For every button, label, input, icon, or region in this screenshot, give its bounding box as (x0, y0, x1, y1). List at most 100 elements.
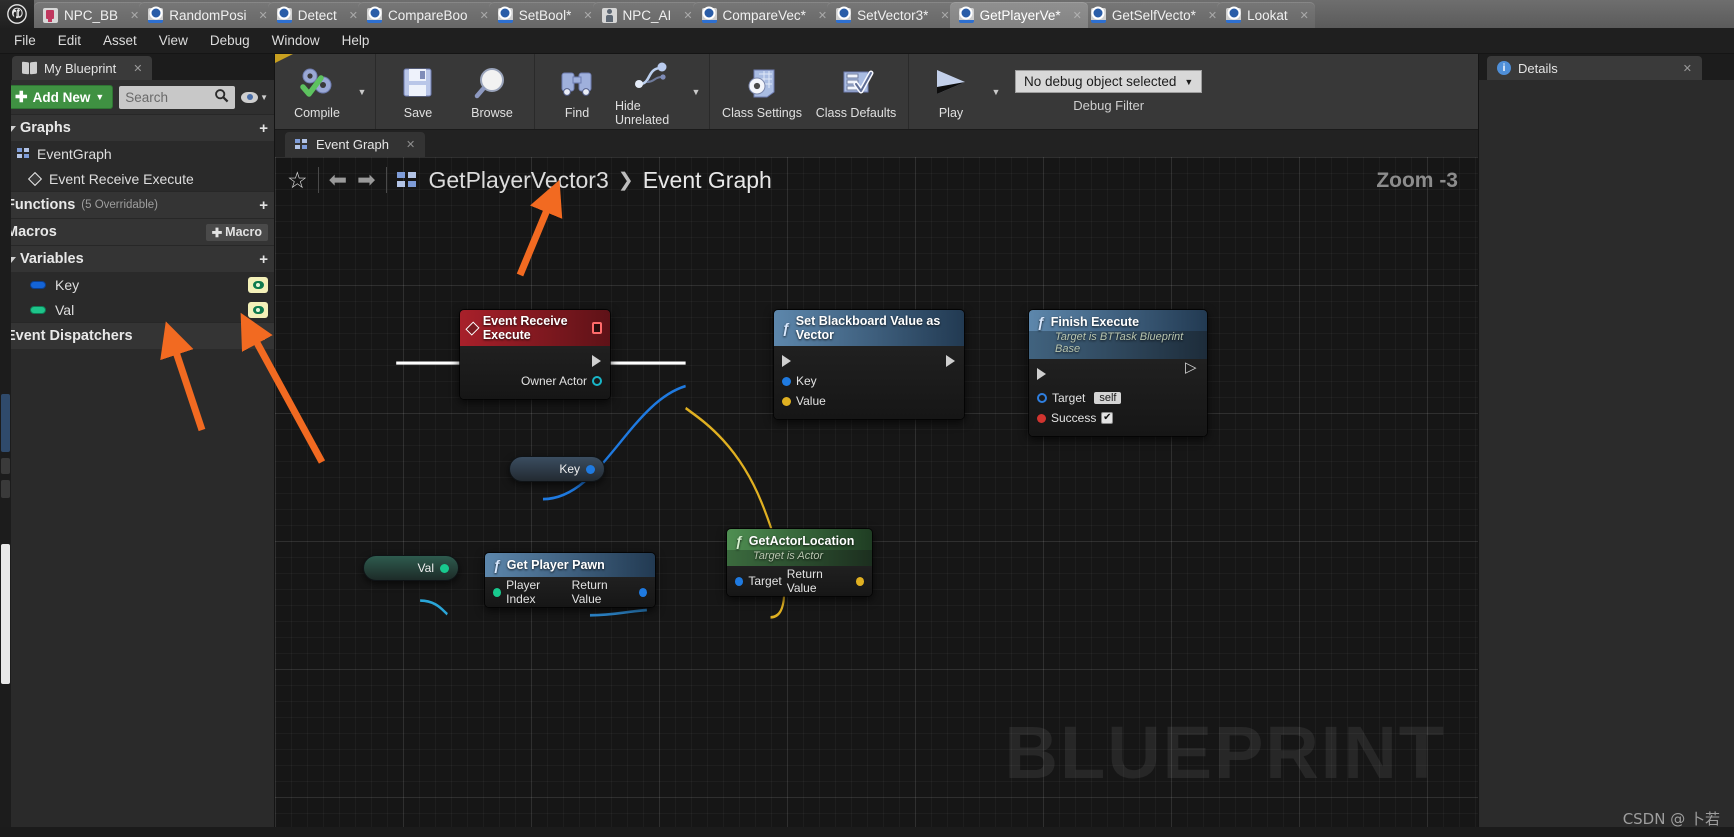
hide-unrelated-options-caret[interactable]: ▼ (689, 57, 703, 127)
add-function-button[interactable]: + (259, 197, 268, 214)
window-tab-setbool[interactable]: SetBool* ✕ (488, 2, 599, 28)
menu-window[interactable]: Window (272, 33, 320, 48)
menu-asset[interactable]: Asset (103, 33, 137, 48)
window-tab-getselfvecto[interactable]: GetSelfVecto* ✕ (1081, 2, 1224, 28)
menu-debug[interactable]: Debug (210, 33, 250, 48)
browse-button[interactable]: Browse (456, 57, 528, 127)
window-tab-setvector3[interactable]: SetVector3* ✕ (827, 2, 956, 28)
window-tab-getplayerve[interactable]: GetPlayerVe* ✕ (949, 2, 1088, 28)
close-icon[interactable]: ✕ (480, 9, 489, 22)
hide-unrelated-button[interactable]: Hide Unrelated (615, 57, 687, 127)
compile-options-caret[interactable]: ▼ (355, 57, 369, 127)
add-variable-button[interactable]: + (259, 251, 268, 268)
node-val-getter[interactable]: Val (363, 555, 459, 581)
play-button[interactable]: Play (915, 57, 987, 127)
section-functions[interactable]: Functions (5 Overridable) + (0, 191, 274, 218)
close-icon[interactable]: ✕ (406, 138, 415, 151)
window-tab-detect[interactable]: Detect ✕ (267, 2, 365, 28)
unreal-logo-icon[interactable] (0, 0, 34, 28)
dock-stub[interactable] (1, 480, 10, 498)
window-tab-compareboo[interactable]: CompareBoo ✕ (358, 2, 495, 28)
close-icon[interactable]: ✕ (1300, 9, 1309, 22)
variable-val-label: Val (55, 301, 75, 318)
menu-edit[interactable]: Edit (58, 33, 81, 48)
pin-exec-out[interactable] (460, 351, 610, 371)
tab-event-graph[interactable]: Event Graph ✕ (285, 132, 426, 157)
node-key-getter[interactable]: Key (509, 456, 605, 482)
add-new-button[interactable]: ✚ Add New ▼ (6, 85, 114, 109)
save-button[interactable]: Save (382, 57, 454, 127)
node-finish-execute[interactable]: ƒ Finish Execute Target is BTTask Bluepr… (1028, 309, 1208, 437)
find-button[interactable]: Find (541, 57, 613, 127)
node-get-player-pawn[interactable]: ƒ Get Player Pawn Player Index Return Va… (484, 552, 656, 608)
window-tab-randomposi[interactable]: RandomPosi ✕ (139, 2, 274, 28)
node-get-actor-location[interactable]: ƒ GetActorLocation Target is Actor Targe… (726, 528, 873, 597)
variable-visibility-icon[interactable] (248, 301, 268, 318)
pin-success[interactable]: Success ✔ (1029, 408, 1207, 428)
pin-target-value[interactable]: self (1094, 392, 1122, 404)
add-event-dispatcher-button[interactable]: + (259, 328, 268, 345)
section-macros[interactable]: Macros ✚ Macro (0, 218, 274, 245)
window-tab-lookat[interactable]: Lookat ✕ (1217, 2, 1315, 28)
pin-target[interactable]: Target self (1029, 388, 1207, 408)
compile-button[interactable]: Compile (281, 57, 353, 127)
variable-visibility-icon[interactable] (248, 276, 268, 293)
search-input[interactable]: Search (119, 85, 236, 109)
tree-item-eventgraph[interactable]: EventGraph (0, 141, 274, 166)
close-icon[interactable]: ✕ (818, 9, 827, 22)
close-icon[interactable]: ✕ (349, 9, 358, 22)
close-icon[interactable]: ✕ (683, 9, 692, 22)
blueprint-graph-canvas[interactable]: ☆ ⬅ ➡ GetPlayerVector3 ❯ Event Graph Zoo… (275, 157, 1478, 837)
dock-stub[interactable] (1, 394, 10, 452)
pin-target[interactable]: Target Return Value (727, 567, 872, 595)
breadcrumb-root[interactable]: GetPlayerVector3 (429, 167, 609, 194)
pin-value-in[interactable]: Value (774, 391, 964, 411)
pin-exec-out[interactable] (1179, 360, 1205, 384)
tree-item-event-receive-execute[interactable]: Event Receive Execute (0, 166, 274, 191)
add-macro-button[interactable]: ✚ Macro (205, 223, 268, 241)
play-options-caret[interactable]: ▼ (989, 57, 1003, 127)
class-defaults-button[interactable]: Class Defaults (810, 57, 902, 127)
breadcrumb-current[interactable]: Event Graph (643, 167, 772, 194)
close-icon[interactable]: ✕ (130, 9, 139, 22)
close-icon[interactable]: ✕ (940, 9, 949, 22)
menu-help[interactable]: Help (342, 33, 370, 48)
window-tab-npc-bb[interactable]: NPC_BB ✕ (34, 2, 146, 28)
bookmark-star-icon[interactable]: ☆ (287, 167, 308, 194)
success-checkbox[interactable]: ✔ (1101, 412, 1114, 424)
visibility-toggle-button[interactable]: ▼ (241, 91, 268, 103)
window-tab-comparevec[interactable]: CompareVec* ✕ (692, 2, 834, 28)
section-graphs[interactable]: Graphs + (0, 114, 274, 141)
pin-player-index[interactable]: Player Index Return Value (485, 578, 655, 606)
navigate-back-icon[interactable]: ⬅ (329, 167, 347, 193)
close-icon[interactable]: ✕ (1073, 9, 1082, 22)
close-icon[interactable]: ✕ (583, 9, 592, 22)
node-event-receive-execute[interactable]: Event Receive Execute Owner Actor (459, 309, 611, 400)
class-settings-button[interactable]: Class Settings (716, 57, 808, 127)
menu-file[interactable]: File (14, 33, 36, 48)
pin-key-in[interactable]: Key (774, 371, 964, 391)
variable-row-val[interactable]: Val (0, 297, 274, 322)
section-variables[interactable]: Variables + (0, 245, 274, 272)
variable-row-key[interactable]: Key (0, 272, 274, 297)
tab-details[interactable]: i Details ✕ (1487, 56, 1702, 80)
dock-stub[interactable] (1, 544, 10, 684)
close-icon[interactable]: ✕ (259, 9, 268, 22)
node-set-blackboard-value-as-vector[interactable]: ƒ Set Blackboard Value as Vector Key Val… (773, 309, 965, 420)
pin-exec-out[interactable] (938, 351, 964, 371)
pin-owner-actor[interactable]: Owner Actor (460, 371, 610, 391)
debug-object-select[interactable]: No debug object selected ▼ (1015, 70, 1203, 93)
window-tab-npc-ai[interactable]: NPC_AI ✕ (592, 2, 699, 28)
pin-target-label: Target (1052, 391, 1086, 405)
delete-pin-icon[interactable] (591, 322, 602, 334)
dock-stub[interactable] (1, 458, 10, 474)
add-graph-button[interactable]: + (259, 120, 268, 137)
pin-exec-in[interactable] (774, 351, 964, 371)
close-icon[interactable]: ✕ (133, 62, 142, 75)
close-icon[interactable]: ✕ (1683, 62, 1692, 75)
section-event-dispatchers[interactable]: Event Dispatchers + (0, 322, 274, 349)
navigate-forward-icon[interactable]: ➡ (357, 167, 375, 193)
close-icon[interactable]: ✕ (1208, 9, 1217, 22)
menu-view[interactable]: View (159, 33, 188, 48)
tab-my-blueprint[interactable]: My Blueprint ✕ (12, 56, 153, 80)
